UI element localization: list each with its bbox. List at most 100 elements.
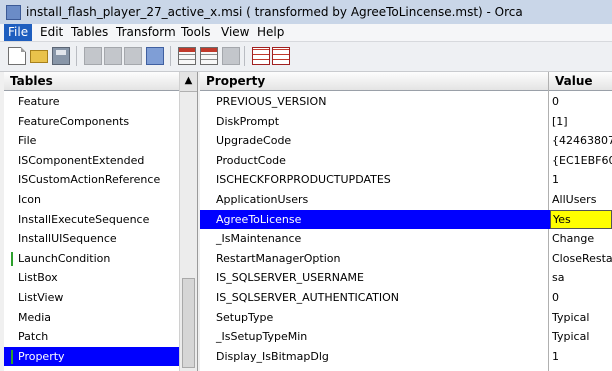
property-cell[interactable]: UpgradeCode [216,131,291,151]
toolbar-separator [170,46,171,66]
table-item-file[interactable]: File [4,131,179,151]
table-item-media[interactable]: Media [4,308,179,328]
property-cell[interactable]: SetupType [216,308,273,328]
table-row[interactable]: IS_SQLSERVER_AUTHENTICATION 0 [200,288,612,308]
scroll-up-arrow-icon[interactable]: ▲ [180,72,197,92]
tables-header[interactable]: Tables [4,72,179,91]
value-cell[interactable]: [1] [552,112,612,132]
paste-icon[interactable] [124,47,142,65]
tables-pane: Tables Feature FeatureComponents File IS… [4,72,198,371]
table-row[interactable]: IS_SQLSERVER_USERNAME sa [200,268,612,288]
property-cell[interactable]: AgreeToLicense [216,210,301,230]
property-cell[interactable]: ApplicationUsers [216,190,308,210]
table-item-label: Property [18,349,65,363]
column-header-value[interactable]: Value [549,72,612,91]
property-cell[interactable]: PREVIOUS_VERSION [216,92,326,112]
column-header-property[interactable]: Property [200,72,549,91]
table-row[interactable]: _IsSetupTypeMin Typical [200,327,612,347]
table-row[interactable]: ISCHECKFORPRODUCTUPDATES 1 [200,170,612,190]
table-item-launchcondition[interactable]: LaunchCondition [4,249,179,269]
table-item-installexecutesequence[interactable]: InstallExecuteSequence [4,210,179,230]
table-item-iscomponentextended[interactable]: ISComponentExtended [4,151,179,171]
save-icon[interactable] [52,47,70,65]
table-item-listview[interactable]: ListView [4,288,179,308]
menu-edit[interactable]: Edit [36,24,67,41]
menu-tables[interactable]: Tables [67,24,112,41]
property-cell[interactable]: _IsMaintenance [216,229,301,249]
menu-help[interactable]: Help [253,24,288,41]
tables-scrollbar[interactable]: ▲ [179,72,197,371]
value-cell[interactable]: Typical [552,308,612,328]
toolbar-separator [244,46,245,66]
value-cell[interactable]: 1 [552,347,612,367]
add-table-icon[interactable] [178,47,196,65]
menu-file[interactable]: File [4,24,33,41]
table-row[interactable]: DiskPrompt [1] [200,112,612,132]
table-row[interactable]: Display_IsBitmapDlg 1 [200,347,612,367]
table-item-label: InstallUISequence [18,232,117,246]
table-item-label: File [18,134,37,148]
menu-bar: File Edit Tables Transform Tools View He… [0,24,612,41]
table-row[interactable]: _IsMaintenance Change [200,229,612,249]
window-title: install_flash_player_27_active_x.msi ( t… [26,5,523,19]
modified-marker [11,349,13,364]
table-row[interactable]: UpgradeCode {42463807-9 [200,131,612,151]
open-folder-icon[interactable] [30,50,48,63]
table-item-label: Patch [18,330,49,344]
validate-icon[interactable] [252,47,270,65]
property-cell[interactable]: IS_SQLSERVER_AUTHENTICATION [216,288,399,308]
table-item-label: InstallExecuteSequence [18,212,150,226]
table-item-listbox[interactable]: ListBox [4,268,179,288]
value-cell[interactable]: 0 [552,92,612,112]
value-cell[interactable]: {EC1EBF60-4 [552,151,612,171]
table-item-installuisequence[interactable]: InstallUISequence [4,229,179,249]
table-item-property[interactable]: Property [4,346,179,367]
value-cell[interactable]: {42463807-9 [552,131,612,151]
find-icon[interactable] [146,47,164,65]
add-row-icon[interactable] [222,47,240,65]
menu-view[interactable]: View [217,24,253,41]
table-item-icon[interactable]: Icon [4,190,179,210]
cut-icon[interactable] [84,47,102,65]
value-cell-editing[interactable]: Yes [550,209,612,229]
table-item-label: Icon [18,192,41,206]
menu-transform[interactable]: Transform [112,24,180,41]
copy-icon[interactable] [104,47,122,65]
table-item-label: ISCustomActionReference [18,173,161,187]
table-item-label: ListBox [18,271,58,285]
new-document-icon[interactable] [8,47,26,65]
value-cell[interactable]: 0 [552,288,612,308]
table-item-patch[interactable]: Patch [4,327,179,347]
property-cell[interactable]: _IsSetupTypeMin [216,327,307,347]
property-cell[interactable]: ISCHECKFORPRODUCTUPDATES [216,170,391,190]
table-props-icon[interactable] [272,47,290,65]
table-item-label: ListView [18,290,64,304]
property-grid: PREVIOUS_VERSION 0 DiskPrompt [1] UpgradeC… [200,92,612,366]
scroll-thumb[interactable] [182,278,195,368]
value-cell[interactable]: Typical [552,327,612,347]
table-row-selected[interactable]: AgreeToLicense Yes [200,209,612,230]
table-item-iscustomactionreference[interactable]: ISCustomActionReference [4,170,179,190]
menu-tools[interactable]: Tools [177,24,215,41]
drop-table-icon[interactable] [200,47,218,65]
table-row[interactable]: SetupType Typical [200,308,612,328]
value-cell[interactable]: AllUsers [552,190,612,210]
property-cell[interactable]: IS_SQLSERVER_USERNAME [216,268,364,288]
property-cell[interactable]: ProductCode [216,151,286,171]
value-cell[interactable]: CloseRestart [552,249,612,269]
property-cell[interactable]: RestartManagerOption [216,249,340,269]
table-item-feature[interactable]: Feature [4,92,179,112]
table-row[interactable]: PREVIOUS_VERSION 0 [200,92,612,112]
table-row[interactable]: ProductCode {EC1EBF60-4 [200,151,612,171]
toolbar [0,41,612,72]
value-cell[interactable]: sa [552,268,612,288]
toolbar-separator [76,46,77,66]
orca-app-icon [6,5,21,20]
table-row[interactable]: ApplicationUsers AllUsers [200,190,612,210]
value-cell[interactable]: 1 [552,170,612,190]
value-cell[interactable]: Change [552,229,612,249]
property-cell[interactable]: DiskPrompt [216,112,279,132]
property-cell[interactable]: Display_IsBitmapDlg [216,347,329,367]
table-item-featurecomponents[interactable]: FeatureComponents [4,112,179,132]
table-row[interactable]: RestartManagerOption CloseRestart [200,249,612,269]
